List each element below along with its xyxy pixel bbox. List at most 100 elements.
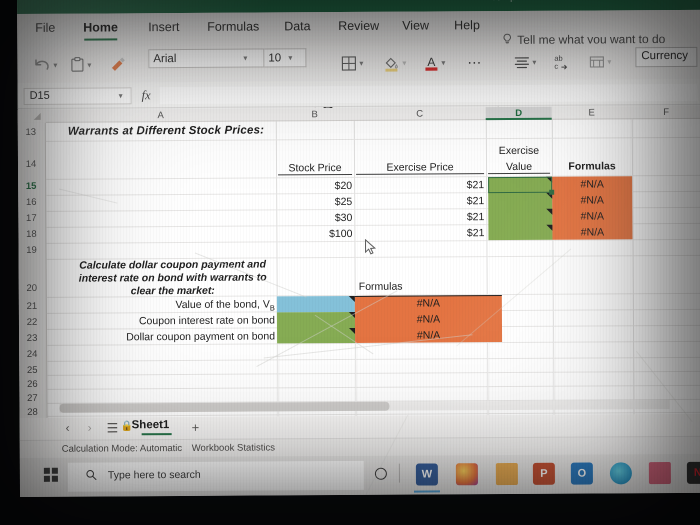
fill-color-chevron-icon[interactable]: ▾ [402,58,406,67]
all-sheets-button[interactable]: ☰ [107,420,119,436]
cell-a23-label[interactable]: Dollar coupon payment on bond [69,330,275,343]
cell-c14-exercise-price-header[interactable]: Exercise Price [355,161,485,175]
align-button[interactable]: ▾ [514,50,536,74]
borders-button[interactable]: ▾ [341,51,363,75]
cell-e14-formulas-header[interactable]: Formulas [554,160,630,172]
column-header-e[interactable]: E [552,107,632,118]
font-color-chevron-icon[interactable]: ▾ [441,58,445,67]
row-header-14[interactable]: 14 [18,159,44,170]
undo-chevron-icon[interactable]: ▾ [53,60,57,69]
font-size-chevron-icon[interactable]: ▾ [288,53,292,62]
font-name-input[interactable] [149,52,242,65]
font-color-button[interactable]: A ▾ [424,50,445,74]
paste-button[interactable]: ▾ [70,53,91,77]
cell-c17-exercise-price[interactable]: $21 [356,211,485,224]
tab-file[interactable]: File [35,21,55,35]
cell-a22-label[interactable]: Coupon interest rate on bond [69,314,275,327]
row-header-16[interactable]: 16 [18,197,44,208]
cell-c23-formula[interactable]: #N/A [355,329,502,342]
taskbar-app-netflix[interactable]: N [686,461,700,484]
tab-formulas[interactable]: Formulas [207,20,259,34]
cell-b17-stock-price[interactable]: $30 [278,212,353,224]
cell-a20-section-title-line2[interactable]: interest rate on bond with warrants to [69,271,277,284]
row-header-18[interactable]: 18 [18,229,44,240]
cell-b16-stock-price[interactable]: $25 [278,196,353,208]
more-commands-button[interactable]: ⋯ [467,50,482,74]
taskbar-app-firefox[interactable] [455,463,478,486]
add-sheet-button[interactable]: + [192,420,200,435]
taskbar-app-powerpoint[interactable]: P [532,462,555,485]
row-header-17[interactable]: 17 [18,213,44,224]
column-header-c[interactable]: C [354,108,486,120]
taskbar-app-outlook[interactable]: O [570,462,593,485]
taskbar-app-reader[interactable] [648,462,671,485]
fill-handle[interactable] [549,189,555,195]
sheet-tab-sheet1[interactable]: Sheet1 [132,419,170,431]
tab-review[interactable]: Review [338,19,379,33]
cell-a13-section-title[interactable]: Warrants at Different Stock Prices: [68,124,264,137]
cell-a21-label[interactable]: Value of the bond, VB [69,298,274,313]
column-header-f[interactable]: F [632,107,700,118]
column-header-b[interactable]: B [276,109,354,120]
tab-view[interactable]: View [402,18,429,32]
cortana-icon[interactable] [374,467,387,480]
tab-insert[interactable]: Insert [148,20,179,34]
row-header-23[interactable]: 23 [19,333,45,344]
cell-c16-exercise-price[interactable]: $21 [356,195,485,208]
row-header-28[interactable]: 28 [19,407,45,418]
taskbar-search-placeholder[interactable]: Type here to search [108,469,201,482]
font-name-chevron-icon[interactable]: ▾ [243,54,247,63]
row-header-22[interactable]: 22 [19,317,45,328]
bond-rate-input-cells[interactable] [276,311,356,344]
column-header-a[interactable]: A [46,109,276,121]
cell-b14-stock-price-header[interactable]: Stock Price [277,161,353,176]
bond-value-input-cell[interactable] [276,295,355,313]
row-header-24[interactable]: 24 [19,349,45,360]
calculation-mode-status[interactable]: Calculation Mode: Automatic [62,443,182,455]
cell-d14-exercise-value-header-line1[interactable]: Exercise [488,145,550,157]
cell-e18-formula[interactable]: #N/A [552,226,632,238]
row-header-25[interactable]: 25 [19,365,45,376]
wrap-text-button[interactable]: ab c [553,50,569,74]
font-size-box[interactable]: ▾ [264,48,307,68]
workbook-statistics-status[interactable]: Workbook Statistics [192,442,275,454]
cell-c15-exercise-price[interactable]: $21 [356,179,485,192]
format-painter-button[interactable] [109,52,126,76]
fill-color-button[interactable]: ▾ [383,51,406,75]
row-header-15[interactable]: 15 [18,181,44,192]
cell-d14-exercise-value-header-line2[interactable]: Value [487,160,551,175]
prev-sheet-button[interactable]: ‹ [66,421,70,435]
tab-data[interactable]: Data [284,19,310,33]
taskbar-app-edge[interactable] [609,462,632,485]
name-box-chevron-icon[interactable]: ▾ [119,91,123,100]
cell-b18-stock-price[interactable]: $100 [278,228,352,240]
borders-chevron-icon[interactable]: ▾ [359,58,363,67]
cell-b15-stock-price[interactable]: $20 [278,180,353,192]
name-box[interactable]: D15 [23,87,132,105]
cell-c20-formulas-header[interactable]: Formulas [359,281,403,293]
taskbar-app-explorer[interactable] [495,462,518,486]
align-chevron-icon[interactable]: ▾ [532,57,536,66]
tab-help[interactable]: Help [454,18,480,32]
active-cell-selection[interactable] [488,176,553,194]
formula-input[interactable] [159,83,698,105]
cell-e16-formula[interactable]: #N/A [552,194,632,206]
row-header-20[interactable]: 20 [19,283,45,294]
cell-a20-section-title-line1[interactable]: Calculate dollar coupon payment and [69,258,277,271]
cell-e17-formula[interactable]: #N/A [552,210,632,222]
number-format-box[interactable]: Currency [635,46,698,68]
taskbar-app-word[interactable]: W [415,463,438,486]
merge-cells-button[interactable]: ▾ [589,49,611,73]
tab-home[interactable]: Home [83,20,118,34]
select-all-corner[interactable] [17,109,46,123]
row-header-19[interactable]: 19 [18,245,44,256]
font-size-input[interactable] [264,51,287,64]
windows-start-icon[interactable] [43,467,58,482]
cell-c21-formula[interactable]: #N/A [355,297,502,310]
column-header-d[interactable]: D [485,106,552,121]
cell-e15-formula[interactable]: #N/A [552,178,632,190]
row-header-21[interactable]: 21 [19,301,45,312]
merge-chevron-icon[interactable]: ▾ [607,57,611,66]
row-header-13[interactable]: 13 [18,127,44,138]
insert-function-icon[interactable]: fx [142,88,151,103]
